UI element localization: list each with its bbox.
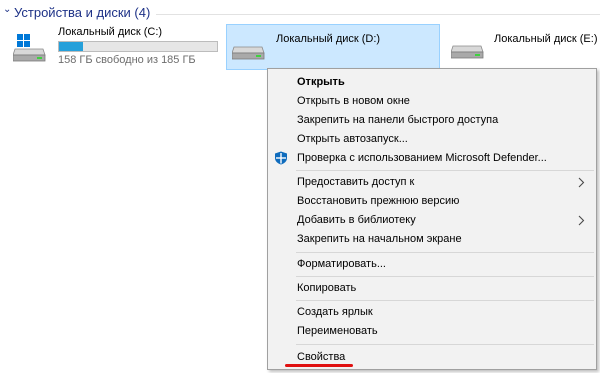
menu-item-label: Открыть автозапуск... <box>297 133 408 145</box>
menu-item-label: Свойства <box>297 351 346 363</box>
menu-item-label: Проверка с использованием Microsoft Defe… <box>297 152 547 164</box>
submenu-arrow-icon <box>578 177 585 188</box>
menu-item-label: Переименовать <box>297 325 378 337</box>
drive-c-usage-fill <box>59 42 83 51</box>
menu-separator <box>296 276 594 277</box>
drive-c-name: Локальный диск (C:) <box>58 26 163 38</box>
highlight-underline <box>285 364 353 367</box>
menu-item-open-autoplay[interactable]: Открыть автозапуск... <box>270 130 594 149</box>
drive-icon <box>451 45 484 59</box>
menu-item-create-shortcut[interactable]: Создать ярлык <box>270 303 594 322</box>
menu-item-label: Открыть в новом окне <box>297 95 410 107</box>
drive-c-tile[interactable]: Локальный диск (C:) 158 ГБ свободно из 1… <box>10 24 224 70</box>
drive-icon <box>232 46 265 60</box>
menu-item-restore-previous[interactable]: Восстановить прежнюю версию <box>270 192 594 211</box>
menu-item-label: Открыть <box>297 76 345 88</box>
menu-item-label: Восстановить прежнюю версию <box>297 195 460 207</box>
drive-e-name: Локальный диск (E:) <box>494 33 598 45</box>
context-menu: Открыть Открыть в новом окне Закрепить н… <box>267 68 597 370</box>
devices-group-header[interactable]: ⌄ Устройства и диски (4) <box>0 2 600 22</box>
menu-separator <box>296 170 594 171</box>
windows-drive-icon <box>13 34 46 62</box>
menu-item-label: Закрепить на начальном экране <box>297 233 462 245</box>
menu-item-defender-scan[interactable]: Проверка с использованием Microsoft Defe… <box>270 149 594 168</box>
menu-item-format[interactable]: Форматировать... <box>270 255 594 274</box>
menu-item-label: Закрепить на панели быстрого доступа <box>297 114 499 126</box>
drive-c-usage-bar <box>58 41 218 52</box>
menu-item-give-access[interactable]: Предоставить доступ к <box>270 173 594 192</box>
group-title: Устройства и диски (4) <box>14 5 151 20</box>
menu-item-label: Копировать <box>297 282 357 294</box>
menu-item-open[interactable]: Открыть <box>270 73 594 92</box>
drive-d-name: Локальный диск (D:) <box>276 33 381 45</box>
menu-separator <box>296 344 594 345</box>
group-divider <box>156 14 600 15</box>
menu-item-label: Форматировать... <box>297 258 386 270</box>
menu-item-label: Добавить в библиотеку <box>297 214 416 226</box>
defender-shield-icon <box>275 151 287 165</box>
drive-e-tile[interactable]: Локальный диск (E:) <box>446 24 600 70</box>
drive-d-tile[interactable]: Локальный диск (D:) <box>226 24 440 70</box>
menu-separator <box>296 300 594 301</box>
menu-item-pin-quick-access[interactable]: Закрепить на панели быстрого доступа <box>270 111 594 130</box>
menu-item-label: Создать ярлык <box>297 306 373 318</box>
menu-item-copy[interactable]: Копировать <box>270 279 594 298</box>
drive-c-free-space: 158 ГБ свободно из 185 ГБ <box>58 54 196 66</box>
submenu-arrow-icon <box>578 215 585 226</box>
menu-item-pin-start[interactable]: Закрепить на начальном экране <box>270 230 594 249</box>
collapse-chevron-icon[interactable]: ⌄ <box>3 4 11 15</box>
menu-item-open-new-window[interactable]: Открыть в новом окне <box>270 92 594 111</box>
menu-separator <box>296 252 594 253</box>
menu-item-label: Предоставить доступ к <box>297 176 415 188</box>
menu-item-rename[interactable]: Переименовать <box>270 322 594 341</box>
menu-item-add-to-library[interactable]: Добавить в библиотеку <box>270 211 594 230</box>
